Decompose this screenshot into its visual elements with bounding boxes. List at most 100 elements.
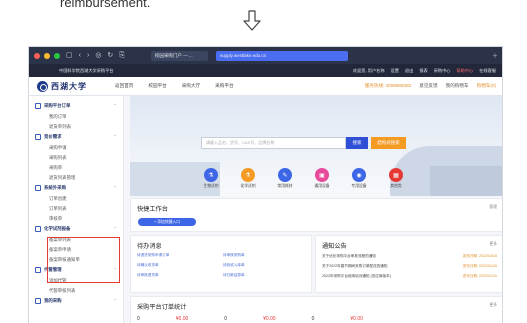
todo-item[interactable]: 待退货采购申请订单 [137, 253, 223, 258]
chemical-icon [35, 226, 41, 232]
notice-item[interactable]: 关于优化采购平台审批流程的通知 发布日期: 2022/03/18 [322, 254, 497, 259]
notice-item[interactable]: 关于2022年春节期间采购订单配送的通知 发布日期: 2022/01/26 [322, 264, 497, 269]
todo-item[interactable]: 待审核采购单 [223, 253, 293, 258]
sidebar-item-return-manage[interactable]: 退货列表管理 [29, 172, 123, 182]
todo-item[interactable]: 待付款结算单 [223, 273, 293, 278]
system-link-welcome[interactable]: 欢迎您, 用户名称 [353, 68, 385, 74]
todo-item[interactable]: 待验收入库单 [223, 263, 293, 268]
category-consumable[interactable]: ✎ 常用耗材 [276, 168, 294, 189]
sidebar-item-order-list[interactable]: 订单列表 [29, 203, 123, 213]
flask-icon: ⚗ [204, 168, 218, 182]
category-chem[interactable]: ⚗ 化学试剂 [239, 168, 257, 189]
system-link-center[interactable]: 采购中心 [434, 68, 451, 74]
maximize-dot[interactable] [54, 52, 60, 59]
nav-home[interactable]: 返回首页 [115, 83, 133, 89]
category-other[interactable]: ▦ 其他类 [387, 168, 405, 189]
system-link-report[interactable]: 报表 [419, 68, 427, 74]
tab-portal[interactable]: 校园采购门户 — ... [150, 50, 208, 61]
my-purchase-icon [35, 298, 41, 304]
sidebar-group-bidding[interactable]: 竞价需求 ⌃ [29, 131, 123, 142]
todo-item[interactable]: 待确认收货单 [137, 263, 223, 268]
refresh-icon[interactable]: ↻ [107, 52, 113, 59]
nav-campus[interactable]: 校园平台 [148, 83, 166, 89]
system-title: 中国科学院西湖大学采购平台 [59, 67, 114, 73]
system-link-help[interactable]: 帮助中心 [456, 68, 473, 74]
sidebar-item-purchase-apply[interactable]: 采购申请 [29, 142, 123, 152]
close-dot[interactable] [34, 52, 40, 59]
sidebar-item-purchase-order[interactable]: 采购单 [29, 162, 123, 172]
system-link-settings[interactable]: 设置 [391, 68, 399, 74]
system-link-service[interactable]: 在线客服 [479, 68, 496, 74]
sidebar-item-create-order[interactable]: 订单创建 [29, 193, 123, 203]
highlight-box [47, 237, 120, 283]
grid-icon: ▦ [389, 168, 403, 182]
service-phone: 服务热线: 4006968382 [364, 83, 412, 88]
category-row: ⚗ 生物试剂 ⚗ 化学试剂 ✎ 常用耗材 ▣ 通用设备 ◉ 专用设备 ▦ 其他类 [202, 168, 405, 189]
stat-amount: ¥0.00 [350, 316, 363, 322]
sidebar-item-proxy-audit[interactable]: 代管审核列表 [29, 285, 123, 295]
beaker-icon: ⚗ [241, 168, 255, 182]
back-icon[interactable]: ‹ [79, 52, 81, 59]
sidebar: 采购平台订单 ⌃ 我的订单 退货单列表 竞价需求 ⌃ 采购申请 采购列表 采购单 退… [29, 96, 124, 323]
add-shortcut-button[interactable]: + 添加快捷入口 [138, 218, 196, 226]
notice-item[interactable]: 2022年采购平台使用培训通知 (供应商版本) 发布日期: 2022/01/10 [322, 274, 497, 279]
quick-manage-link[interactable]: 管理 [489, 205, 497, 210]
sidebar-group-label: 我的采购 [44, 298, 62, 303]
sidebar-group-platform-orders[interactable]: 采购平台订单 ⌃ [29, 100, 123, 111]
notice-date: 发布日期: 2022/01/10 [462, 274, 497, 278]
document-text: reimbursement. [60, 0, 151, 10]
category-general-equipment[interactable]: ▣ 通用设备 [313, 168, 331, 189]
shield-icon[interactable]: ◎ [95, 52, 101, 59]
sidebar-group-my-purchase[interactable]: 我的采购 ⌃ [29, 295, 123, 306]
search-input[interactable]: 请输入品名、货号、CAS号、品牌名称 [201, 137, 346, 149]
device-icon: ▣ [315, 168, 329, 182]
sidebar-item-my-orders[interactable]: 我的订单 [29, 111, 123, 121]
feedback-link[interactable]: 意见反馈 [419, 83, 437, 89]
share-icon[interactable]: ⎘ [119, 52, 125, 59]
notice-more-link[interactable]: 更多 [489, 242, 497, 247]
category-label: 化学试剂 [240, 184, 256, 188]
todo-item[interactable]: 待审核退货单 [137, 273, 223, 278]
new-tab-icon[interactable]: ＋ [492, 51, 498, 60]
orders-icon [35, 103, 41, 109]
nav-platform[interactable]: 采购平台 [215, 83, 233, 89]
notice-panel: 通知公告 更多 关于优化采购平台审批流程的通知 发布日期: 2022/03/18 … [315, 235, 502, 293]
category-label: 其他类 [390, 184, 402, 188]
structure-search-button[interactable]: 结构式搜索 [371, 137, 406, 149]
system-bar: 中国科学院西湖大学采购平台 欢迎您, 用户名称 设置 退出 报表 采购中心 帮助… [29, 64, 502, 77]
sidebar-item-audit[interactable]: 审核单 [29, 213, 123, 223]
site-header: 西湖大学 返回首页 校园平台 采购大厅 采购平台 服务热线: 400696838… [29, 77, 502, 96]
sidebar-group-label: 采购平台订单 [44, 103, 71, 108]
sidebar-item-purchase-list[interactable]: 采购列表 [29, 152, 123, 162]
banner-building [430, 166, 502, 196]
search-button[interactable]: 搜索 [346, 137, 368, 149]
bidding-icon [35, 134, 41, 140]
browser-chrome: ▢ ‹ › ◎ ↻ ⎘ 校园采购门户 — ... supply.westlake… [29, 47, 502, 64]
chevron-up-icon: ⌃ [113, 103, 117, 108]
down-arrow-icon [243, 10, 261, 31]
quick-workbench-panel: 快捷工作台 管理 + 添加快捷入口 [130, 198, 502, 232]
stat-amount: ¥0.00 [175, 316, 189, 322]
site-logo[interactable]: 西湖大学 [37, 80, 87, 92]
stats-more-link[interactable]: 更多 [489, 303, 497, 308]
chevron-up-icon: ⌃ [113, 134, 117, 139]
category-bio[interactable]: ⚗ 生物试剂 [202, 168, 220, 189]
notice-text: 关于2022年春节期间采购订单配送的通知 [322, 264, 388, 268]
my-cart-link[interactable]: 我的购物车 [446, 83, 469, 89]
system-link-logout[interactable]: 退出 [405, 68, 413, 74]
sidebar-group-external-purchase[interactable]: 系统外采购 ⌃ [29, 182, 123, 193]
address-bar[interactable]: supply.westlake.edu.cn [215, 50, 348, 61]
category-special-equipment[interactable]: ◉ 专用设备 [350, 168, 368, 189]
forward-icon[interactable]: › [87, 52, 89, 59]
sidebar-toggle-icon[interactable]: ▢ [66, 52, 73, 59]
cart-button[interactable]: 购物车(0) [477, 83, 496, 89]
sidebar-item-return-list[interactable]: 退货单列表 [29, 121, 123, 131]
sidebar-group-chemical[interactable]: 化学试剂报备 ⌃ [29, 223, 123, 234]
chevron-up-icon: ⌃ [113, 226, 117, 231]
minimize-dot[interactable] [44, 52, 50, 59]
nav-hall[interactable]: 采购大厅 [182, 83, 200, 89]
proxy-icon [35, 267, 41, 273]
category-label: 常用耗材 [277, 184, 293, 188]
search-bar: 请输入品名、货号、CAS号、品牌名称 搜索 结构式搜索 [201, 137, 406, 149]
logo-seal-icon [37, 80, 48, 92]
